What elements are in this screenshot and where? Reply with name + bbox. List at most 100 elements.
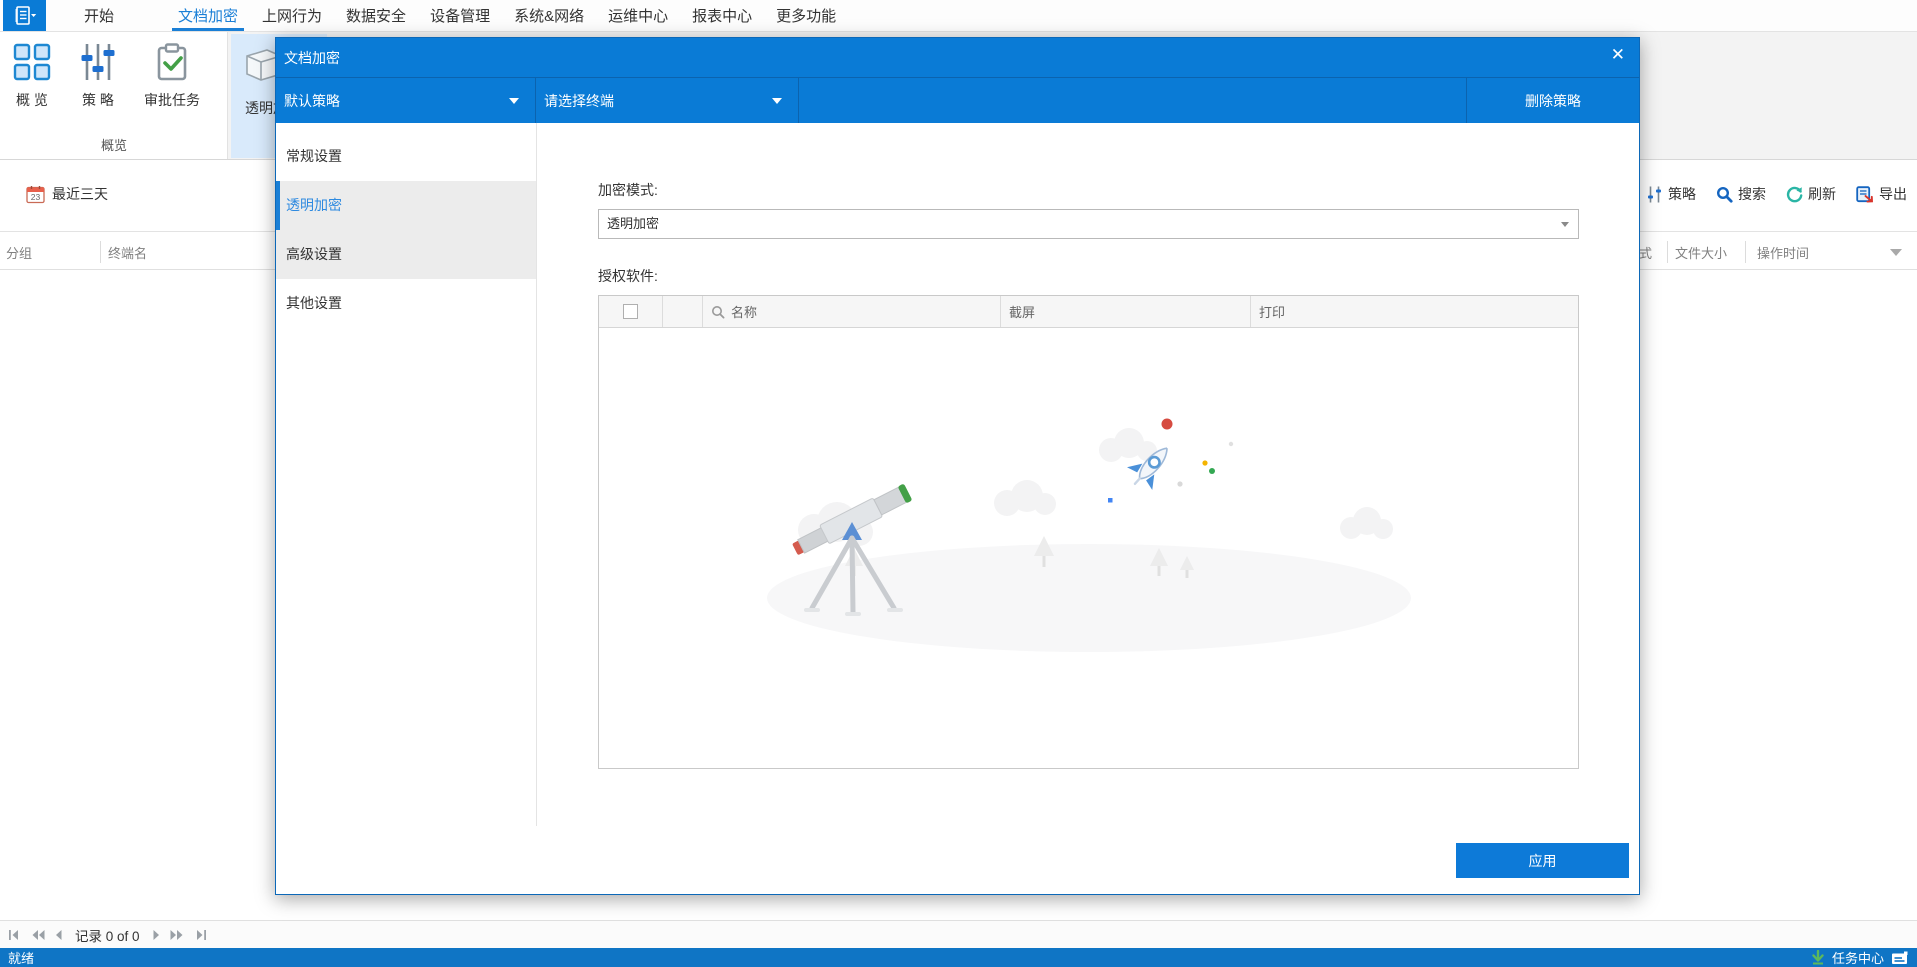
software-table-empty-body — [599, 328, 1578, 768]
grid-icon — [13, 43, 51, 81]
next-page-icon[interactable] — [152, 929, 161, 941]
delete-policy-button[interactable]: 删除策略 — [1466, 78, 1639, 123]
sidebar-item-other-settings[interactable]: 其他设置 — [276, 279, 536, 328]
fast-forward-icon[interactable] — [169, 929, 185, 941]
overview-button[interactable]: 概 览 — [6, 38, 58, 114]
refresh-icon — [1786, 186, 1803, 202]
export-icon — [1856, 185, 1873, 203]
column-header-name[interactable]: 名称 — [703, 296, 1001, 327]
sliders-icon — [1648, 186, 1661, 202]
calendar-icon: 23 — [26, 185, 45, 203]
software-table-header: 名称 截屏 打印 — [599, 296, 1578, 328]
tab-web-behavior[interactable]: 上网行为 — [250, 0, 334, 31]
select-all-cell — [599, 296, 663, 327]
tab-data-security[interactable]: 数据安全 — [334, 0, 418, 31]
policy-dropdown[interactable]: 默认策略 — [276, 78, 536, 123]
tab-label: 文档加密 — [178, 8, 239, 25]
ribbon-group-label: 概览 — [100, 138, 127, 153]
authorized-software-label: 授权软件: — [598, 268, 658, 284]
svg-text:23: 23 — [31, 192, 41, 202]
last-page-icon[interactable] — [193, 929, 207, 941]
export-action[interactable]: 导出 — [1856, 184, 1907, 204]
task-monitor-icon[interactable] — [1891, 951, 1909, 965]
task-center-button[interactable]: 任务中心 — [1832, 948, 1884, 967]
dialog-titlebar[interactable]: 文档加密 ✕ — [276, 38, 1639, 77]
dialog-sidebar: 常规设置 透明加密 高级设置 其他设置 — [276, 123, 537, 826]
delete-policy-label: 删除策略 — [1525, 92, 1581, 109]
pagination-bar: 记录 0 of 0 — [0, 920, 1917, 948]
application-window: 开始 文档加密 上网行为 数据安全 设备管理 系统&网络 运维中心 报表中心 更… — [0, 0, 1917, 967]
search-icon — [1716, 186, 1733, 203]
column-header-terminal-name[interactable]: 终端名 — [108, 243, 147, 262]
record-count: 记录 0 of 0 — [75, 928, 140, 944]
tab-system-network[interactable]: 系统&网络 — [502, 0, 596, 31]
refresh-action[interactable]: 刷新 — [1786, 184, 1836, 204]
column-header-label: 打印 — [1259, 305, 1286, 320]
policy-action-label: 策略 — [1668, 186, 1696, 202]
tab-label: 系统&网络 — [514, 8, 585, 25]
planet-dot — [1161, 418, 1172, 430]
tab-report-center[interactable]: 报表中心 — [680, 0, 764, 31]
column-header-screenshot[interactable]: 截屏 — [1001, 296, 1251, 327]
encrypt-mode-select[interactable]: 透明加密 — [598, 209, 1579, 239]
overview-label: 概 览 — [16, 92, 48, 108]
tab-label: 运维中心 — [608, 8, 669, 25]
sidebar-item-general-settings[interactable]: 常规设置 — [276, 132, 536, 181]
encrypt-mode-value: 透明加密 — [607, 216, 660, 231]
policy-button[interactable]: 策 略 — [72, 38, 124, 114]
app-menu-button[interactable] — [3, 0, 46, 31]
encrypt-mode-label: 加密模式: — [598, 182, 658, 198]
terminal-dropdown[interactable]: 请选择终端 — [536, 78, 799, 123]
tab-document-encryption[interactable]: 文档加密 — [166, 0, 250, 31]
download-arrow-icon — [1812, 950, 1824, 965]
policy-action[interactable]: 策略 — [1647, 184, 1696, 204]
date-filter-label: 最近三天 — [52, 186, 108, 202]
tab-label: 开始 — [84, 8, 115, 25]
tab-label: 报表中心 — [692, 8, 753, 25]
tab-ops-center[interactable]: 运维中心 — [596, 0, 680, 31]
sidebar-item-advanced-settings[interactable]: 高级设置 — [276, 230, 536, 279]
sliders-icon — [81, 44, 115, 80]
sidebar-item-transparent-encryption[interactable]: 透明加密 — [276, 181, 536, 230]
prev-page-icon[interactable] — [54, 929, 63, 941]
tab-start[interactable]: 开始 — [72, 0, 126, 31]
filter-caret-icon[interactable] — [1890, 249, 1902, 256]
status-ready-text: 就绪 — [8, 951, 35, 966]
clipboard-check-icon — [157, 43, 187, 81]
tab-label: 更多功能 — [776, 8, 837, 25]
tab-label: 数据安全 — [346, 8, 407, 25]
column-divider[interactable] — [100, 241, 101, 263]
tab-device-management[interactable]: 设备管理 — [418, 0, 502, 31]
tab-label: 上网行为 — [262, 8, 323, 25]
search-action[interactable]: 搜索 — [1716, 184, 1766, 204]
column-header-truncated[interactable]: 式 — [1639, 243, 1652, 262]
dialog-toolbar: 默认策略 请选择终端 删除策略 — [276, 77, 1639, 123]
column-divider[interactable] — [1745, 241, 1746, 263]
apply-button[interactable]: 应用 — [1456, 843, 1629, 878]
sidebar-item-label: 高级设置 — [286, 246, 342, 262]
column-header-group[interactable]: 分组 — [6, 243, 32, 262]
sidebar-item-label: 常规设置 — [286, 148, 342, 164]
policy-label: 策 略 — [82, 92, 114, 108]
chevron-down-icon — [1561, 222, 1569, 227]
approval-tasks-label: 审批任务 — [144, 92, 200, 108]
search-action-label: 搜索 — [1738, 186, 1766, 202]
sidebar-item-label: 其他设置 — [286, 295, 342, 311]
empty-state-illustration — [766, 418, 1411, 652]
date-filter[interactable]: 23 最近三天 — [26, 184, 108, 204]
select-all-checkbox[interactable] — [623, 304, 638, 319]
export-action-label: 导出 — [1879, 186, 1907, 202]
column-header-print[interactable]: 打印 — [1251, 296, 1578, 327]
approval-tasks-button[interactable]: 审批任务 — [138, 38, 206, 114]
search-icon — [712, 305, 725, 319]
column-header-file-size[interactable]: 文件大小 — [1675, 243, 1727, 262]
column-header-operation-time[interactable]: 操作时间 — [1757, 243, 1809, 262]
tab-more-features[interactable]: 更多功能 — [764, 0, 848, 31]
close-icon[interactable]: ✕ — [1611, 46, 1625, 63]
column-divider[interactable] — [1667, 241, 1668, 263]
chevron-down-icon — [509, 97, 519, 104]
fast-backward-icon[interactable] — [30, 929, 46, 941]
first-page-icon[interactable] — [8, 929, 22, 941]
document-encryption-dialog: 文档加密 ✕ 默认策略 请选择终端 删除策略 常规设置 透明加密 高级设置 其他… — [275, 37, 1640, 895]
dialog-title: 文档加密 — [284, 49, 340, 66]
